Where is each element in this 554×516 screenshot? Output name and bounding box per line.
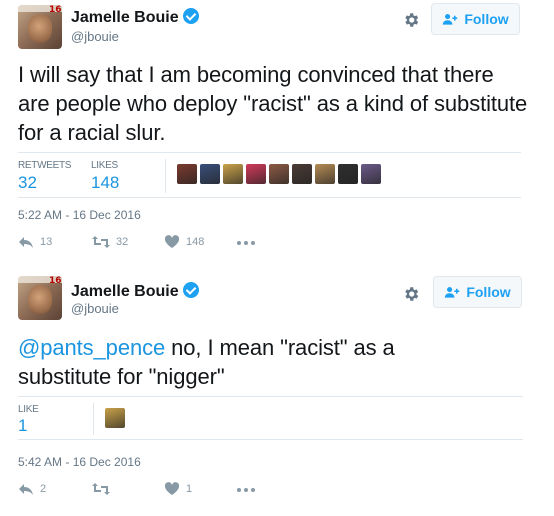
tweet-stats: RETWEETS 32 LIKES 148: [18, 152, 521, 198]
liker-avatar[interactable]: [223, 164, 243, 184]
timestamp[interactable]: 5:22 AM - 16 Dec 2016: [18, 208, 141, 222]
tweet: 16 Jamelle Bouie @jbouie Follow @pants_p…: [0, 262, 554, 516]
reply-action[interactable]: 13: [18, 235, 52, 249]
stats-divider: [165, 159, 166, 193]
follow-button[interactable]: Follow: [433, 276, 522, 308]
profile-avatar[interactable]: 16: [18, 5, 62, 49]
like-action[interactable]: 148: [164, 235, 204, 249]
display-name[interactable]: Jamelle Bouie: [71, 8, 199, 27]
mention-link[interactable]: @pants_pence: [18, 335, 165, 360]
stats-divider: [93, 403, 94, 435]
follow-button[interactable]: Follow: [431, 3, 520, 35]
liker-avatars: [177, 164, 381, 184]
more-options-icon[interactable]: [236, 240, 256, 246]
likes-label: LIKE: [18, 404, 39, 415]
tweet-text: I will say that I am becoming convinced …: [18, 62, 528, 145]
reply-action[interactable]: 2: [18, 482, 46, 496]
user-handle[interactable]: @jbouie: [71, 29, 119, 44]
tweet-stats: LIKE 1: [18, 396, 523, 440]
liker-avatar[interactable]: [177, 164, 197, 184]
retweet-icon: [92, 483, 110, 495]
tweet: 16 Jamelle Bouie @jbouie Follow I will s…: [0, 0, 554, 262]
likes-count[interactable]: 148: [91, 173, 119, 193]
liker-avatar[interactable]: [315, 164, 335, 184]
liker-avatar[interactable]: [246, 164, 266, 184]
retweets-label: RETWEETS: [18, 160, 72, 171]
reply-icon: [19, 484, 33, 495]
gear-icon[interactable]: [402, 285, 420, 303]
liker-avatar[interactable]: [361, 164, 381, 184]
liker-avatar[interactable]: [200, 164, 220, 184]
verified-badge-icon: [182, 282, 199, 298]
add-user-icon: [443, 14, 458, 25]
liker-avatars: [105, 408, 125, 428]
timestamp[interactable]: 5:42 AM - 16 Dec 2016: [18, 455, 141, 469]
liker-avatar[interactable]: [338, 164, 358, 184]
retweets-count[interactable]: 32: [18, 173, 37, 193]
retweet-action[interactable]: [92, 482, 116, 496]
tweet-text: @pants_pence no, I mean "racist" as a su…: [18, 335, 395, 389]
verified-badge-icon: [182, 8, 199, 24]
liker-avatar[interactable]: [292, 164, 312, 184]
like-action[interactable]: 1: [164, 482, 192, 496]
add-user-icon: [445, 287, 460, 298]
profile-avatar[interactable]: 16: [18, 276, 62, 320]
heart-icon: [164, 235, 180, 248]
gear-icon[interactable]: [402, 11, 420, 29]
user-handle[interactable]: @jbouie: [71, 301, 119, 316]
retweet-icon: [92, 236, 110, 248]
display-name[interactable]: Jamelle Bouie: [71, 282, 199, 301]
heart-icon: [164, 482, 180, 495]
more-options-icon[interactable]: [236, 487, 256, 493]
reply-icon: [19, 237, 33, 248]
likes-count[interactable]: 1: [18, 416, 27, 436]
retweet-action[interactable]: 32: [92, 235, 128, 249]
likes-label: LIKES: [91, 160, 118, 171]
liker-avatar[interactable]: [105, 408, 125, 428]
liker-avatar[interactable]: [269, 164, 289, 184]
